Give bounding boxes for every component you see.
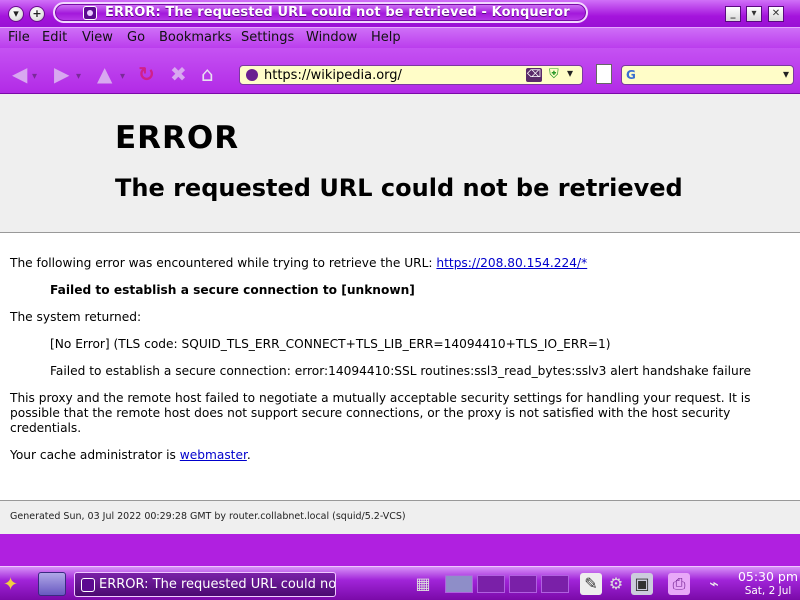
- close-button[interactable]: ✕: [768, 6, 784, 22]
- back-dropdown-icon[interactable]: ▾: [32, 67, 37, 87]
- printer-icon[interactable]: ⎙: [668, 573, 690, 595]
- window-menu-button[interactable]: ▾: [8, 6, 24, 22]
- clock-time: 05:30 pm: [737, 569, 799, 584]
- page-content: ERROR The requested URL could not be ret…: [0, 94, 800, 534]
- stop-icon[interactable]: ✖: [170, 64, 187, 84]
- title-pill: ERROR: The requested URL could not be re…: [53, 2, 588, 23]
- search-dropdown-icon[interactable]: ▾: [783, 67, 789, 81]
- webmaster-link[interactable]: webmaster: [180, 448, 247, 462]
- maximize-button[interactable]: ▾: [746, 6, 762, 22]
- clock-date: Sat, 2 Jul: [744, 585, 792, 597]
- task-title: ERROR: The requested URL could not be re…: [99, 577, 336, 592]
- url-history-dropdown-icon[interactable]: ▾: [567, 66, 573, 80]
- menu-file[interactable]: File: [8, 30, 30, 45]
- tls-code-message: [No Error] (TLS code: SQUID_TLS_ERR_CONN…: [50, 337, 611, 351]
- reload-icon[interactable]: ↻: [138, 64, 155, 84]
- up-dropdown-icon[interactable]: ▾: [120, 67, 125, 87]
- admin-line: Your cache administrator is webmaster.: [10, 448, 251, 463]
- folder-icon[interactable]: [38, 572, 66, 596]
- monitor-icon[interactable]: ▣: [631, 573, 653, 595]
- menu-edit[interactable]: Edit: [42, 30, 67, 45]
- back-icon[interactable]: ◀: [12, 64, 27, 84]
- clipboard-icon[interactable]: ✎: [580, 573, 602, 595]
- forward-icon[interactable]: ▶: [54, 64, 69, 84]
- clock[interactable]: 05:30 pm Sat, 2 Jul: [736, 570, 800, 598]
- sticky-button[interactable]: +: [29, 6, 45, 22]
- title-bar[interactable]: ▾ + ERROR: The requested URL could not b…: [0, 0, 800, 27]
- desktop-1[interactable]: [445, 575, 473, 593]
- network-icon[interactable]: ▦: [412, 573, 434, 595]
- konqueror-task-icon: [81, 578, 95, 592]
- security-shield-icon[interactable]: ⛨: [549, 67, 559, 82]
- status-band: [0, 534, 800, 566]
- start-menu-icon[interactable]: ✦: [3, 574, 33, 596]
- page-footer: Generated Sun, 03 Jul 2022 00:29:28 GMT …: [0, 500, 800, 534]
- task-button-konqueror[interactable]: ERROR: The requested URL could not be re…: [74, 572, 336, 597]
- up-icon[interactable]: ▲: [97, 64, 112, 84]
- menu-bar: File Edit View Go Bookmarks Settings Win…: [0, 27, 800, 48]
- failed-message: Failed to establish a secure connection …: [50, 283, 415, 297]
- menu-settings[interactable]: Settings: [241, 30, 294, 45]
- intro-text: The following error was encountered whil…: [10, 256, 433, 270]
- site-favicon-icon: [246, 69, 258, 81]
- desktop-4[interactable]: [541, 575, 569, 593]
- search-bar[interactable]: G ▾: [621, 65, 794, 85]
- menu-window[interactable]: Window: [306, 30, 357, 45]
- footer-text: Generated Sun, 03 Jul 2022 00:29:28 GMT …: [10, 511, 406, 522]
- menu-view[interactable]: View: [82, 30, 113, 45]
- system-returned-label: The system returned:: [10, 310, 142, 324]
- usb-drive-icon[interactable]: ⌁: [703, 573, 725, 595]
- desktop-3[interactable]: [509, 575, 537, 593]
- forward-dropdown-icon[interactable]: ▾: [76, 67, 81, 87]
- menu-bookmarks[interactable]: Bookmarks: [159, 30, 232, 45]
- error-heading: ERROR: [115, 120, 240, 156]
- menu-help[interactable]: Help: [371, 30, 401, 45]
- home-icon[interactable]: ⌂: [201, 64, 214, 84]
- minimize-button[interactable]: _: [725, 6, 741, 22]
- error-header: ERROR The requested URL could not be ret…: [0, 94, 800, 233]
- ssl-error-message: Failed to establish a secure connection:…: [50, 364, 751, 378]
- taskbar: ✦ ERROR: The requested URL could not be …: [0, 566, 800, 600]
- document-icon[interactable]: [596, 64, 612, 84]
- desktop-2[interactable]: [477, 575, 505, 593]
- admin-prefix: Your cache administrator is: [10, 448, 176, 462]
- google-icon[interactable]: G: [626, 68, 636, 82]
- clear-url-icon[interactable]: ⌫: [526, 68, 542, 82]
- url-input[interactable]: https://wikipedia.org/: [264, 68, 402, 83]
- konqueror-icon: [83, 6, 97, 20]
- error-url-link[interactable]: https://208.80.154.224/*: [436, 256, 587, 270]
- settings-gear-icon[interactable]: ⚙: [605, 573, 627, 595]
- window-title: ERROR: The requested URL could not be re…: [105, 5, 570, 20]
- explanation-text: This proxy and the remote host failed to…: [10, 391, 751, 435]
- intro-line: The following error was encountered whil…: [10, 256, 587, 271]
- menu-go[interactable]: Go: [127, 30, 145, 45]
- admin-suffix: .: [246, 448, 251, 462]
- error-subheading: The requested URL could not be retrieved: [115, 174, 683, 202]
